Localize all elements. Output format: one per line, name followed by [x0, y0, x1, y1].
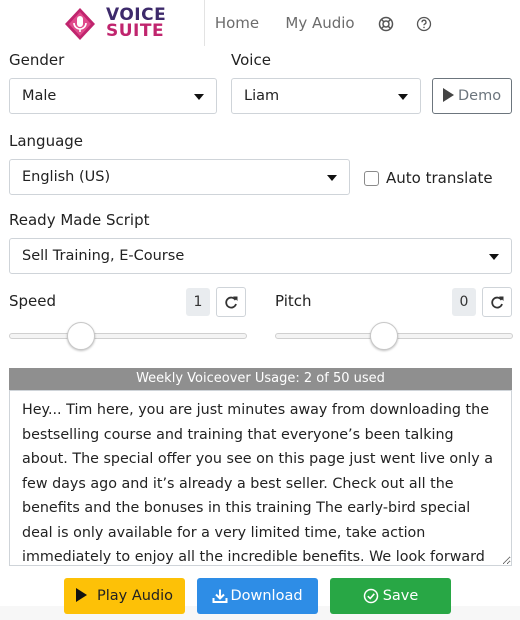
- language-select[interactable]: English (US): [9, 159, 350, 195]
- play-audio-label: Play Audio: [96, 588, 174, 604]
- pitch-slider[interactable]: [275, 321, 513, 351]
- script-textarea[interactable]: Hey... Tim here, you are just minutes aw…: [9, 390, 512, 566]
- download-button[interactable]: Download: [197, 578, 318, 614]
- top-navbar: VOICE SUITE Home My Audio: [0, 0, 520, 46]
- lifebuoy-icon: [378, 16, 394, 31]
- brand-logo[interactable]: VOICE SUITE: [62, 6, 186, 42]
- pitch-reset-button[interactable]: [482, 287, 512, 317]
- pitch-value: 0: [452, 288, 476, 316]
- script-select-value: Sell Training, E-Course: [22, 248, 185, 264]
- voice-select[interactable]: Liam: [231, 78, 421, 114]
- speed-slider-thumb[interactable]: [67, 322, 95, 350]
- pitch-label: Pitch: [275, 292, 312, 310]
- auto-translate-checkbox[interactable]: [364, 171, 379, 186]
- speed-slider[interactable]: [9, 321, 247, 351]
- play-icon: [75, 588, 87, 602]
- demo-button[interactable]: Demo: [432, 78, 512, 114]
- caret-down-icon: [194, 94, 204, 100]
- caret-down-icon: [489, 254, 499, 260]
- voice-select-value: Liam: [244, 88, 280, 104]
- play-icon: [443, 88, 454, 102]
- question-circle-icon: [416, 16, 432, 31]
- redo-icon: [491, 296, 504, 309]
- speed-value: 1: [186, 288, 210, 316]
- save-label: Save: [382, 588, 419, 604]
- speed-label: Speed: [9, 292, 57, 310]
- language-label: Language: [9, 132, 84, 150]
- gender-select-value: Male: [22, 88, 57, 104]
- pitch-slider-thumb[interactable]: [370, 322, 398, 350]
- script-select[interactable]: Sell Training, E-Course: [9, 238, 512, 274]
- brand-name: VOICE SUITE: [106, 7, 166, 41]
- redo-icon: [225, 296, 238, 309]
- voice-label: Voice: [231, 51, 271, 69]
- play-audio-button[interactable]: Play Audio: [64, 578, 185, 614]
- gender-select[interactable]: Male: [9, 78, 217, 114]
- nav-my-audio-link[interactable]: My Audio: [276, 0, 364, 46]
- support-link[interactable]: [372, 0, 400, 46]
- language-select-value: English (US): [22, 169, 111, 185]
- brand-line2: SUITE: [106, 21, 165, 41]
- download-label: Download: [230, 588, 303, 604]
- usage-status-bar: Weekly Voiceover Usage: 2 of 50 used: [9, 368, 512, 390]
- nav-divider: [204, 0, 205, 46]
- demo-button-label: Demo: [458, 88, 502, 104]
- microphone-logo-icon: [65, 8, 95, 40]
- caret-down-icon: [398, 94, 408, 100]
- speed-reset-button[interactable]: [216, 287, 246, 317]
- download-icon: [212, 589, 228, 603]
- caret-down-icon: [327, 175, 337, 181]
- check-circle-icon: [363, 588, 378, 604]
- nav-home-link[interactable]: Home: [206, 0, 268, 46]
- speed-slider-track: [9, 333, 247, 339]
- gender-label: Gender: [9, 51, 65, 69]
- auto-translate-label[interactable]: Auto translate: [386, 169, 493, 187]
- help-link[interactable]: [410, 0, 438, 46]
- save-button[interactable]: Save: [330, 578, 451, 614]
- script-label: Ready Made Script: [9, 211, 150, 229]
